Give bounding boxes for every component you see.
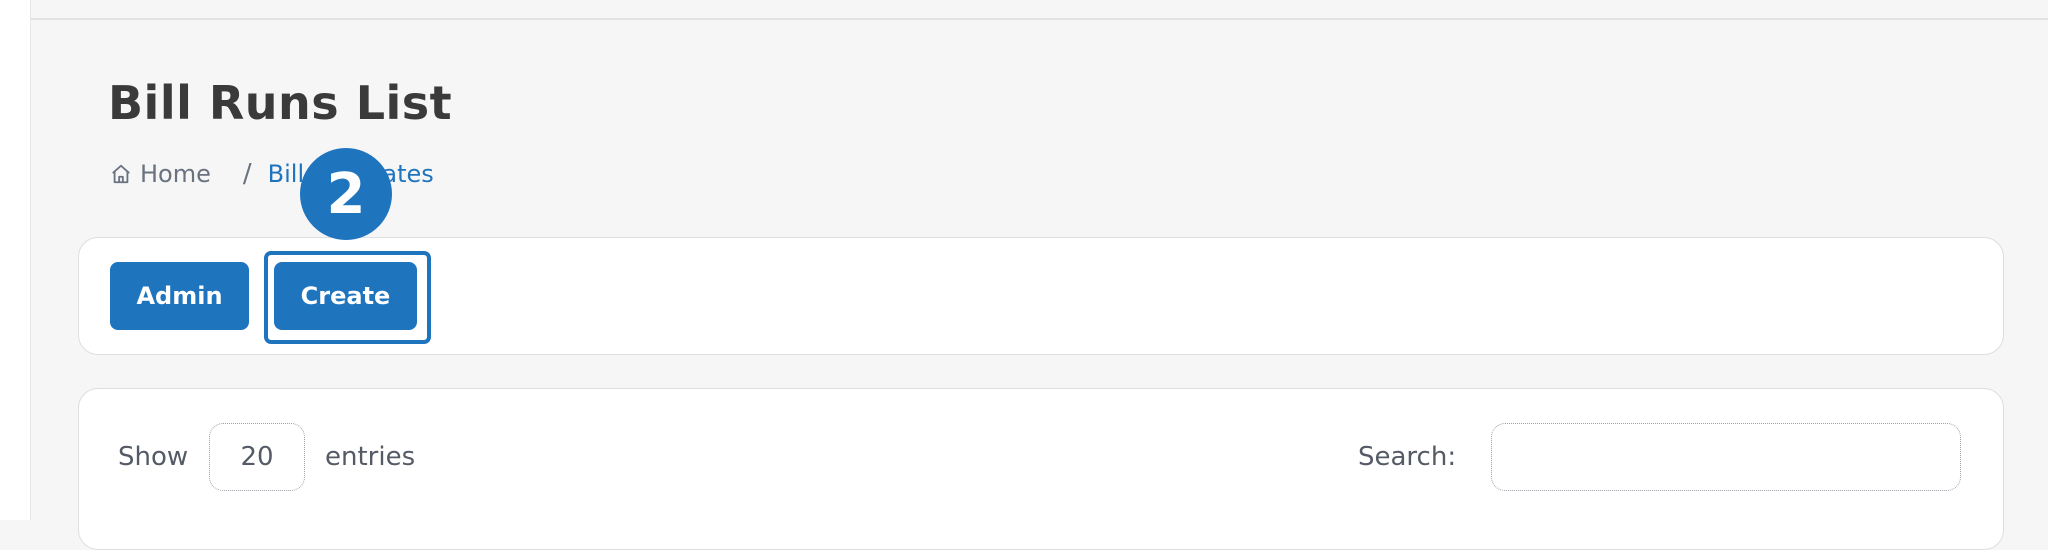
breadcrumb-separator: /	[242, 159, 252, 189]
page-size-select[interactable]: 20	[209, 423, 305, 491]
top-header-strip	[31, 0, 2048, 20]
entries-label: entries	[325, 442, 416, 472]
page-title: Bill Runs List	[108, 76, 453, 130]
admin-button[interactable]: Admin	[110, 262, 249, 330]
create-button[interactable]: Create	[274, 262, 417, 330]
search-input[interactable]	[1491, 423, 1961, 491]
search-label: Search:	[1358, 442, 1457, 472]
show-label: Show	[118, 442, 189, 472]
left-sidebar-rail	[0, 0, 31, 520]
step-number-badge: 2	[300, 148, 392, 240]
breadcrumb-home-link[interactable]: Home	[140, 160, 211, 188]
home-icon	[112, 164, 130, 184]
